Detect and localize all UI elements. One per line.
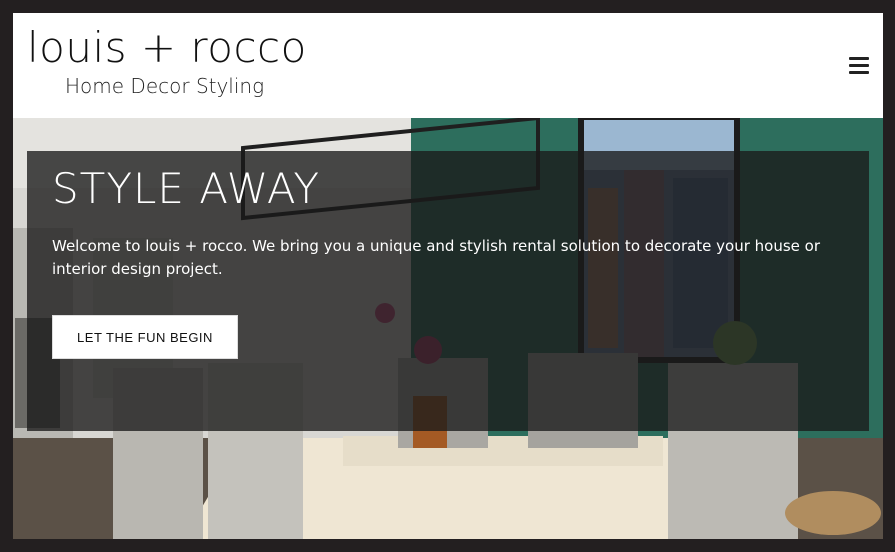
logo-title[interactable]: louis + rocco <box>27 27 307 69</box>
page-frame: louis + rocco Home Decor Styling STYLE A… <box>13 13 883 539</box>
hero-section: STYLE AWAY Welcome to louis + rocco. We … <box>13 118 883 539</box>
hero-title: STYLE AWAY <box>52 164 321 213</box>
hero-description: Welcome to louis + rocco. We bring you a… <box>52 237 821 278</box>
cta-button[interactable]: LET THE FUN BEGIN <box>52 315 238 359</box>
logo-subtitle: Home Decor Styling <box>65 74 265 98</box>
site-header: louis + rocco Home Decor Styling <box>13 13 883 118</box>
hamburger-menu-icon[interactable] <box>849 57 869 74</box>
